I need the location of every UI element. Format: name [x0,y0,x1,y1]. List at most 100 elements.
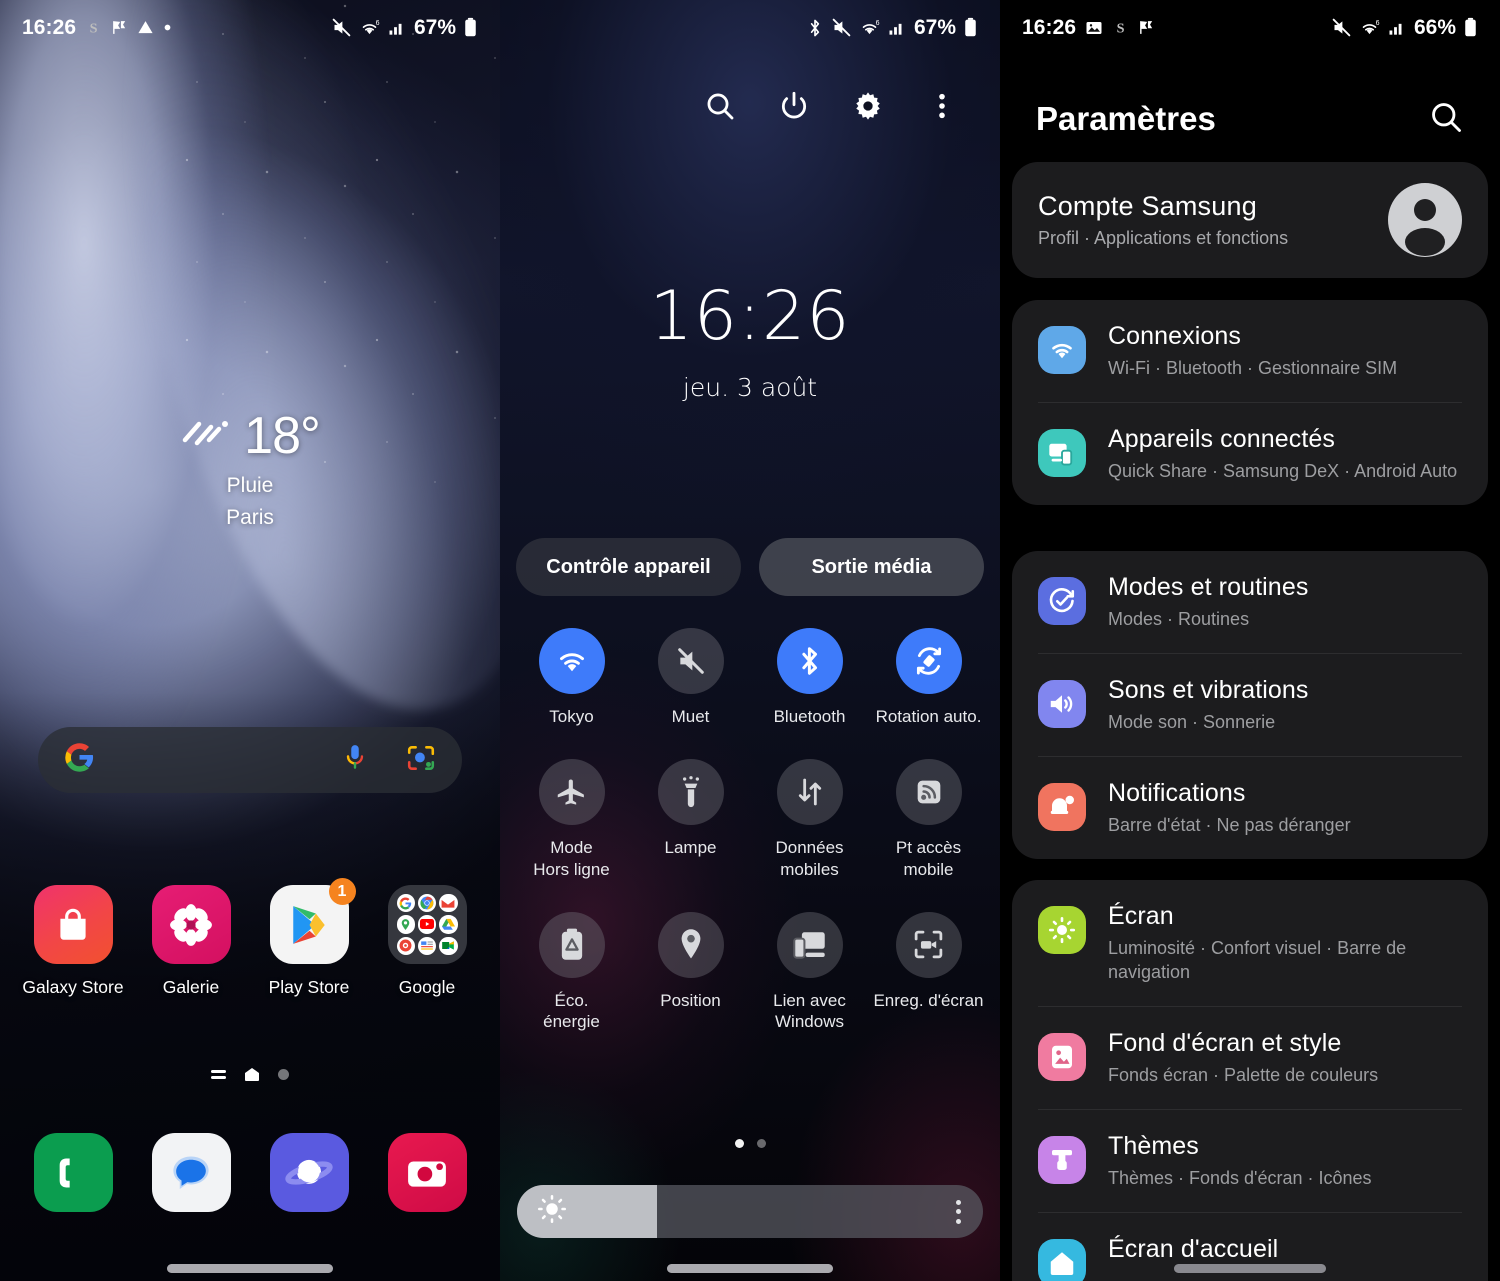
cellular-signal-icon [1387,18,1407,38]
rain-icon [180,416,230,457]
qs-tile-bluetooth[interactable]: Bluetooth [750,628,869,727]
display-icon [1038,906,1086,954]
dock-row: Téléphone Messages [0,1133,500,1246]
qs-tile-label: Mode Hors ligne [533,838,610,879]
cellular-signal-icon [387,18,407,38]
settings-item-ecran[interactable]: Écran Luminosité · Confort visuel · Barr… [1038,880,1462,1006]
samsung-s-icon: S [85,19,102,36]
app-play-store[interactable]: 1 Play Store [250,878,368,998]
folder-app-meet-icon [439,936,458,955]
qs-tile-power-saving[interactable]: Éco. énergie [512,911,631,1033]
google-search-bar[interactable] [38,727,462,793]
microphone-icon[interactable] [342,743,368,778]
samsung-s-icon: S [1112,19,1129,36]
qs-tile-auto-rotate[interactable]: Rotation auto. [869,628,988,727]
settings-item-title: Modes et routines [1108,573,1309,601]
media-output-button[interactable]: Sortie média [759,538,984,596]
qs-tile-airplane[interactable]: Mode Hors ligne [512,759,631,880]
qs-tile-hotspot[interactable]: Pt accès mobile [869,759,988,880]
dock-app-camera[interactable]: Appareil photo [368,1133,486,1246]
samsung-internet-icon [269,1133,349,1212]
clock-time: 16:26 [649,277,851,356]
gear-icon[interactable] [850,88,886,124]
device-control-button[interactable]: Contrôle appareil [516,538,741,596]
app-list-icon[interactable] [211,1069,226,1080]
qs-row: Mode Hors ligne Lampe Données mobiles Pt… [512,759,988,880]
qs-tile-label: Bluetooth [773,707,846,726]
checkmark-flag-icon [1138,19,1155,36]
brightness-slider[interactable] [517,1185,983,1238]
google-lens-icon[interactable] [406,743,436,778]
dock-app-phone[interactable]: Téléphone [14,1133,132,1246]
qs-tile-flashlight[interactable]: Lampe [631,759,750,880]
quick-panel-clock[interactable]: 16:26 jeu. 3 août [500,277,1000,403]
settings-item-notifications[interactable]: Notifications Barre d'état · Ne pas déra… [1038,756,1462,859]
settings-item-modes-routines[interactable]: Modes et routines Modes · Routines [1038,551,1462,653]
status-time: 16:26 [22,15,77,39]
settings-item-title: Écran [1108,902,1174,930]
navigation-handle[interactable] [667,1264,833,1273]
settings-item-connexions[interactable]: Connexions Wi-Fi · Bluetooth · Gestionna… [1038,300,1462,402]
settings-item-themes[interactable]: Thèmes Thèmes · Fonds d'écran · Icônes [1038,1109,1462,1212]
home-screen-panel: 16:26 S 6 67% 18° Pluie Paris Galaxy Sto… [0,0,500,1281]
qs-tile-label: Pt accès mobile [895,838,962,879]
sound-icon [1038,680,1086,729]
qs-tile-label: Enreg. d'écran [873,990,984,1010]
app-galerie[interactable]: Galerie [132,885,250,998]
dock-app-internet[interactable]: Internet [250,1133,368,1246]
power-icon[interactable] [776,88,812,124]
settings-item-fond-decran[interactable]: Fond d'écran et style Fonds écran · Pale… [1038,1006,1462,1109]
app-label: Play Store [268,977,350,997]
folder-app-news-icon [417,936,437,955]
svg-text:6: 6 [1376,20,1380,27]
quick-panel-page-indicator[interactable] [500,1139,1000,1148]
wifi-status-icon: 6 [359,17,380,38]
settings-item-title: Notifications [1108,779,1246,808]
settings-item-subtitle: Thèmes · Fonds d'écran · Icônes [1108,1168,1372,1189]
qs-tile-mute[interactable]: Muet [631,628,750,727]
settings-item-appareils-connectes[interactable]: Appareils connectés Quick Share · Samsun… [1038,402,1462,505]
account-subtitle: Profil · Applications et fonctions [1038,228,1289,248]
status-time: 16:26 [1022,15,1077,39]
search-icon[interactable] [702,88,738,124]
search-icon[interactable] [1428,99,1464,140]
wallpaper [0,0,500,1281]
kebab-icon[interactable] [956,1199,961,1224]
weather-widget[interactable]: 18° Pluie Paris [0,410,500,530]
checkmark-flag-icon [111,19,128,36]
home-page-dot[interactable] [278,1069,289,1080]
app-label: Galerie [162,977,220,997]
home-page-dot-active[interactable] [245,1068,259,1081]
folder-app-youtube-icon [417,915,437,934]
power-saving-icon [538,911,605,978]
person-avatar-icon[interactable] [1388,183,1462,257]
settings-item-subtitle: Fonds écran · Palette de couleurs [1108,1065,1379,1086]
warning-triangle-icon [137,19,154,36]
navigation-handle[interactable] [167,1264,333,1273]
qs-tile-mobile-data[interactable]: Données mobiles [750,759,869,880]
qs-tile-wifi[interactable]: Tokyo [512,628,631,727]
play-store-icon: 1 [269,878,356,964]
app-folder-google[interactable]: Google [368,885,486,998]
weather-condition: Pluie [226,474,274,497]
page-dot-active[interactable] [734,1139,744,1148]
airplane-icon [538,759,605,826]
clock-date: jeu. 3 août [682,373,818,402]
page-dot[interactable] [756,1139,766,1148]
samsung-account-card[interactable]: Compte Samsung Profil · Applications et … [1012,162,1488,278]
settings-item-sons-vibrations[interactable]: Sons et vibrations Mode son · Sonnerie [1038,653,1462,756]
more-icon[interactable] [924,88,960,124]
qs-tile-link-to-windows[interactable]: Lien avec Windows [750,911,869,1033]
qs-tile-screen-recorder[interactable]: Enreg. d'écran [869,911,988,1033]
app-galaxy-store[interactable]: Galaxy Store [14,885,132,998]
dock-app-messages[interactable]: Messages [132,1133,250,1246]
navigation-handle[interactable] [1174,1264,1326,1273]
svg-text:6: 6 [376,20,380,27]
home-screen-icon [1038,1239,1086,1281]
mobile-data-icon [776,759,843,826]
modes-routines-icon [1038,577,1086,625]
home-page-indicator[interactable] [0,1068,500,1081]
folder-app-maps-icon [396,915,415,934]
folder-app-gmail-icon [439,894,458,913]
qs-tile-location[interactable]: Position [631,911,750,1033]
